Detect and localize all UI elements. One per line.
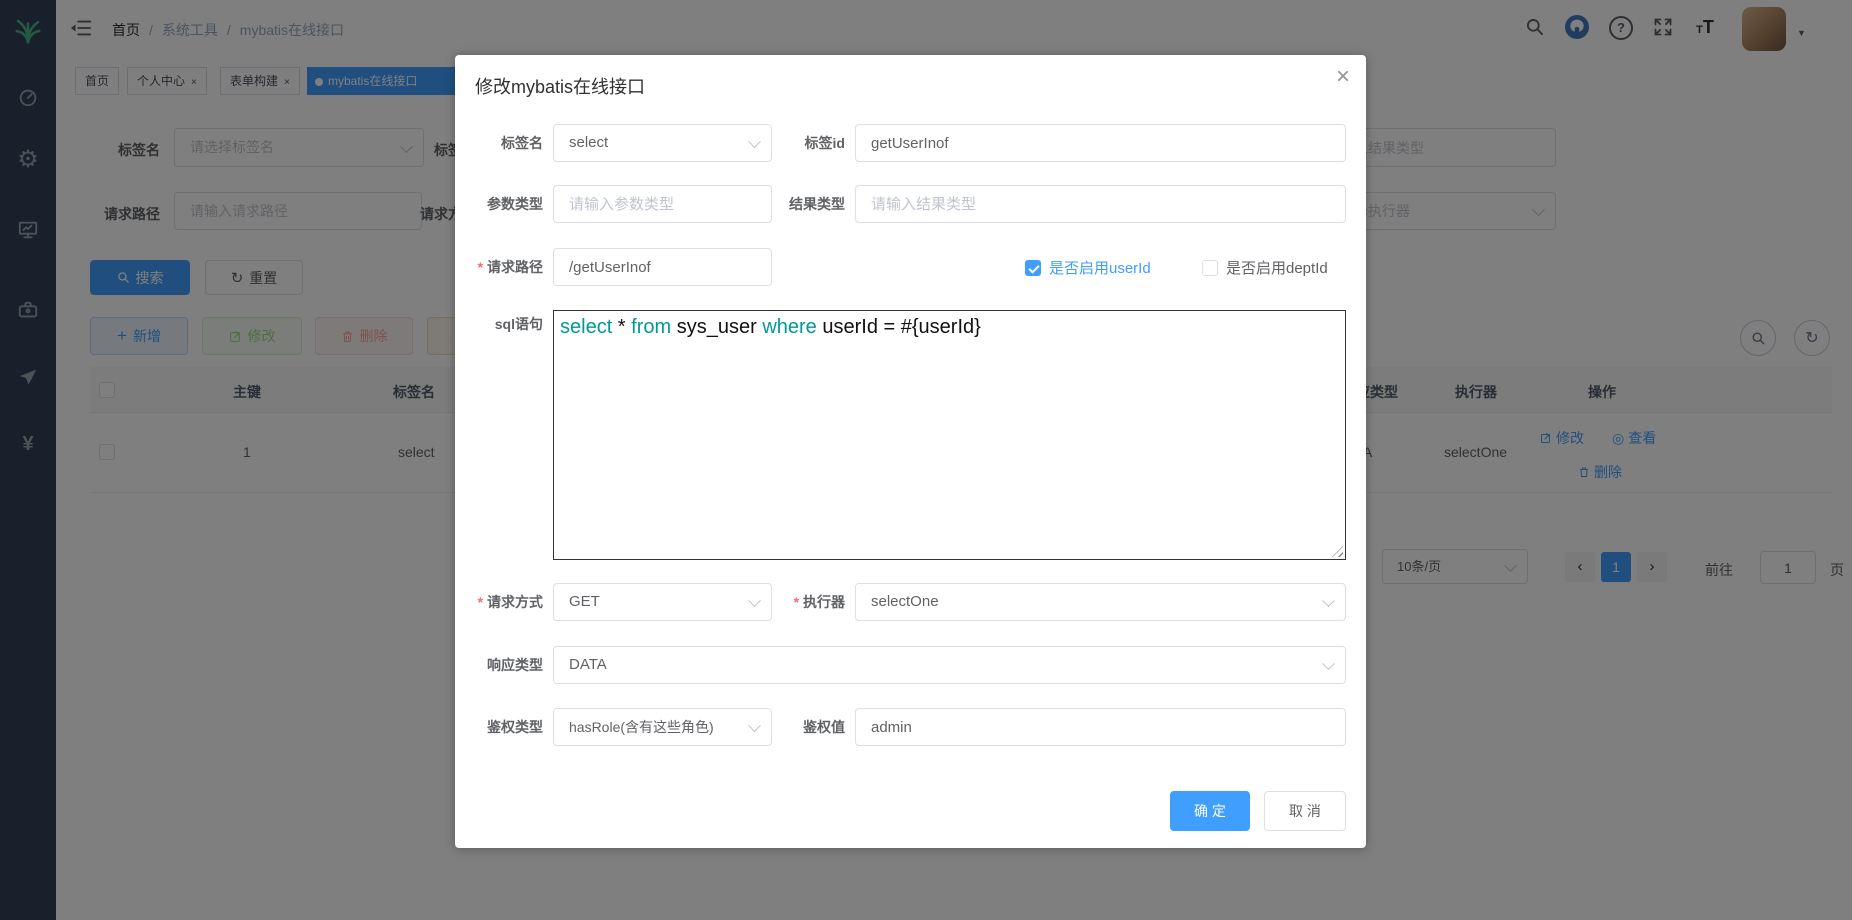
cancel-button[interactable]: 取 消 xyxy=(1264,791,1346,831)
tag-id-label: 标签id xyxy=(715,124,845,162)
close-icon[interactable]: × xyxy=(1336,65,1350,89)
tag-name-label: 标签名 xyxy=(455,124,543,162)
screen: ⚙ ¥ xyxy=(0,0,1852,920)
auth-value-input[interactable] xyxy=(855,708,1346,746)
dialog-title: 修改mybatis在线接口 xyxy=(475,73,645,99)
user-id-checkbox-wrap[interactable]: 是否启用userId xyxy=(1025,257,1151,278)
executor-value: selectOne xyxy=(871,593,939,610)
response-type-value: DATA xyxy=(569,656,607,673)
method-label: 请求方式 xyxy=(455,583,543,621)
sql-label: sql语句 xyxy=(455,305,543,343)
method-value: GET xyxy=(569,593,600,610)
path-label: 请求路径 xyxy=(455,248,543,286)
executor-label: 执行器 xyxy=(715,583,845,621)
dept-id-checkbox-label: 是否启用deptId xyxy=(1226,260,1328,277)
result-type-label: 结果类型 xyxy=(715,185,845,223)
path-input[interactable] xyxy=(553,248,772,286)
tag-name-value: select xyxy=(569,134,608,151)
dept-id-checkbox[interactable] xyxy=(1202,260,1218,276)
response-type-label: 响应类型 xyxy=(455,646,543,684)
chevron-down-icon xyxy=(1322,594,1335,607)
confirm-button[interactable]: 确 定 xyxy=(1170,791,1250,831)
auth-type-label: 鉴权类型 xyxy=(455,708,543,746)
result-type-input[interactable] xyxy=(855,185,1346,223)
sql-editor[interactable]: select * from sys_user where userId = #{… xyxy=(553,310,1346,560)
response-type-select[interactable]: DATA xyxy=(553,646,1346,684)
auth-type-value: hasRole(含有这些角色) xyxy=(569,719,714,735)
dept-id-checkbox-wrap[interactable]: 是否启用deptId xyxy=(1202,257,1328,278)
user-id-checkbox[interactable] xyxy=(1025,260,1041,276)
tag-id-input[interactable] xyxy=(855,124,1346,162)
auth-value-label: 鉴权值 xyxy=(715,708,845,746)
edit-dialog: 修改mybatis在线接口 × 标签名 select 标签id 参数类型 结果类… xyxy=(455,55,1366,848)
param-type-label: 参数类型 xyxy=(455,185,543,223)
chevron-down-icon xyxy=(1322,657,1335,670)
executor-select[interactable]: selectOne xyxy=(855,583,1346,621)
user-id-checkbox-label: 是否启用userId xyxy=(1049,260,1151,277)
